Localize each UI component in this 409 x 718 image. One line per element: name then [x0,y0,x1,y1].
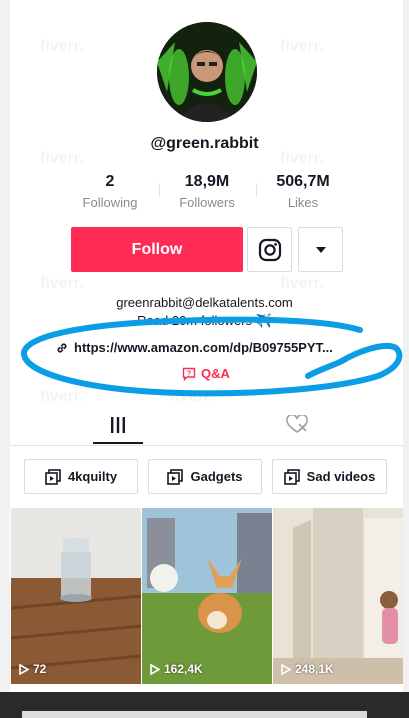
playlist-icon [45,468,61,485]
view-count: 162,4K [150,662,203,676]
playlist-label: 4kquilty [67,469,118,484]
play-icon [281,663,291,675]
video-cover-image [11,508,141,684]
playlist-button[interactable]: 4kquilty [24,459,138,494]
tab-videos[interactable] [109,416,127,439]
tab-active-indicator [93,442,143,444]
grid-icon [111,417,125,433]
playlist-button[interactable]: Sad videos [272,459,387,494]
playlist-icon [283,468,300,485]
video-cover-image [142,508,272,684]
heart-hidden-icon [286,413,308,433]
view-count-text: 248,1K [295,662,334,676]
video-thumbnail[interactable]: 248,1K [273,508,403,684]
view-count: 72 [19,662,46,676]
play-icon [19,663,29,675]
view-count-text: 72 [33,662,47,676]
playlist-label: Gadgets [190,469,243,484]
playlist-icon [167,468,184,485]
play-icon [150,663,160,675]
playlist-button[interactable]: Gadgets [148,459,262,494]
tab-liked-private[interactable] [286,413,308,440]
view-count-text: 162,4K [164,662,203,676]
profile-tabs [10,405,403,446]
scroll-bar[interactable] [22,711,367,718]
view-count: 248,1K [281,662,334,676]
video-cover-image [273,508,403,684]
video-thumbnail[interactable]: 162,4K [142,508,272,684]
playlist-label: Sad videos [306,469,376,484]
video-thumbnail[interactable]: 72 [11,508,141,684]
